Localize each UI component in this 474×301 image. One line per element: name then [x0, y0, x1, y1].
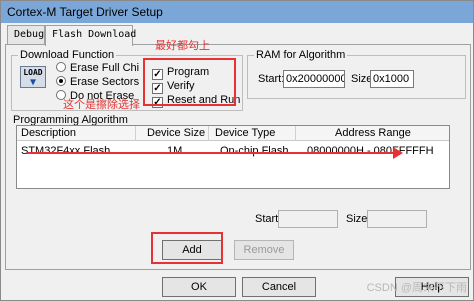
annotation-check-all: 最好都勾上 — [155, 39, 210, 52]
cell-device-size: 1M — [167, 145, 183, 157]
remove-button[interactable]: Remove — [234, 240, 294, 260]
col-header-device-type[interactable]: Device Type — [215, 127, 275, 141]
load-icon: LOAD ▼ — [20, 66, 46, 88]
tab-debug[interactable]: Debug — [7, 25, 45, 45]
arrow-right-icon — [393, 147, 403, 159]
dialog-window: Cortex-M Target Driver Setup Debug Flash… — [0, 0, 474, 301]
col-header-address-range[interactable]: Address Range — [335, 127, 411, 141]
tab-flash-download[interactable]: Flash Download — [45, 25, 136, 46]
column-divider[interactable] — [135, 126, 136, 141]
algo-start-field[interactable] — [278, 210, 338, 228]
col-header-device-size[interactable]: Device Size — [147, 127, 205, 141]
algo-size-field[interactable] — [367, 210, 427, 228]
ram-for-algorithm-group: RAM for Algorithm Start: 0x20000000 Size… — [247, 49, 466, 99]
watermark: CSDN @周末不下雨 — [366, 282, 467, 294]
download-function-label: Download Function — [18, 49, 117, 61]
ram-start-field[interactable]: 0x20000000 — [283, 70, 345, 88]
cell-device-type: On-chip Flash — [220, 145, 289, 157]
cell-description: STM32F4xx Flash — [21, 145, 111, 157]
radio-label: Erase Full Chi — [70, 62, 140, 74]
column-divider[interactable] — [295, 126, 296, 141]
annotation-erase-choice: 这个是擦除选择 — [63, 98, 140, 111]
ok-button[interactable]: OK — [162, 277, 236, 297]
highlight-checks-box — [143, 58, 236, 106]
cell-address-range: 08000000H - 080FFFFFH — [307, 145, 434, 157]
title-bar[interactable]: Cortex-M Target Driver Setup — [1, 1, 473, 23]
col-header-description[interactable]: Description — [21, 127, 76, 141]
arrow-line — [27, 152, 395, 154]
radio-button[interactable] — [56, 62, 66, 72]
cancel-button[interactable]: Cancel — [242, 277, 316, 297]
column-divider[interactable] — [208, 126, 209, 141]
radio-erase-sectors[interactable]: Erase Sectors — [56, 76, 139, 88]
down-arrow-icon: ▼ — [29, 77, 37, 88]
ram-group-label: RAM for Algorithm — [254, 49, 348, 61]
radio-erase-full-chip[interactable]: Erase Full Chi — [56, 62, 139, 74]
window-title: Cortex-M Target Driver Setup — [7, 5, 163, 19]
ram-start-label: Start: — [258, 73, 285, 85]
radio-button[interactable] — [56, 76, 66, 86]
ram-size-field[interactable]: 0x1000 — [370, 70, 414, 88]
algorithm-table[interactable]: Description Device Size Device Type Addr… — [16, 125, 450, 189]
table-header: Description Device Size Device Type Addr… — [17, 126, 449, 141]
radio-label: Erase Sectors — [70, 76, 140, 88]
highlight-add-box — [151, 232, 223, 264]
load-icon-text: LOAD — [23, 68, 43, 77]
